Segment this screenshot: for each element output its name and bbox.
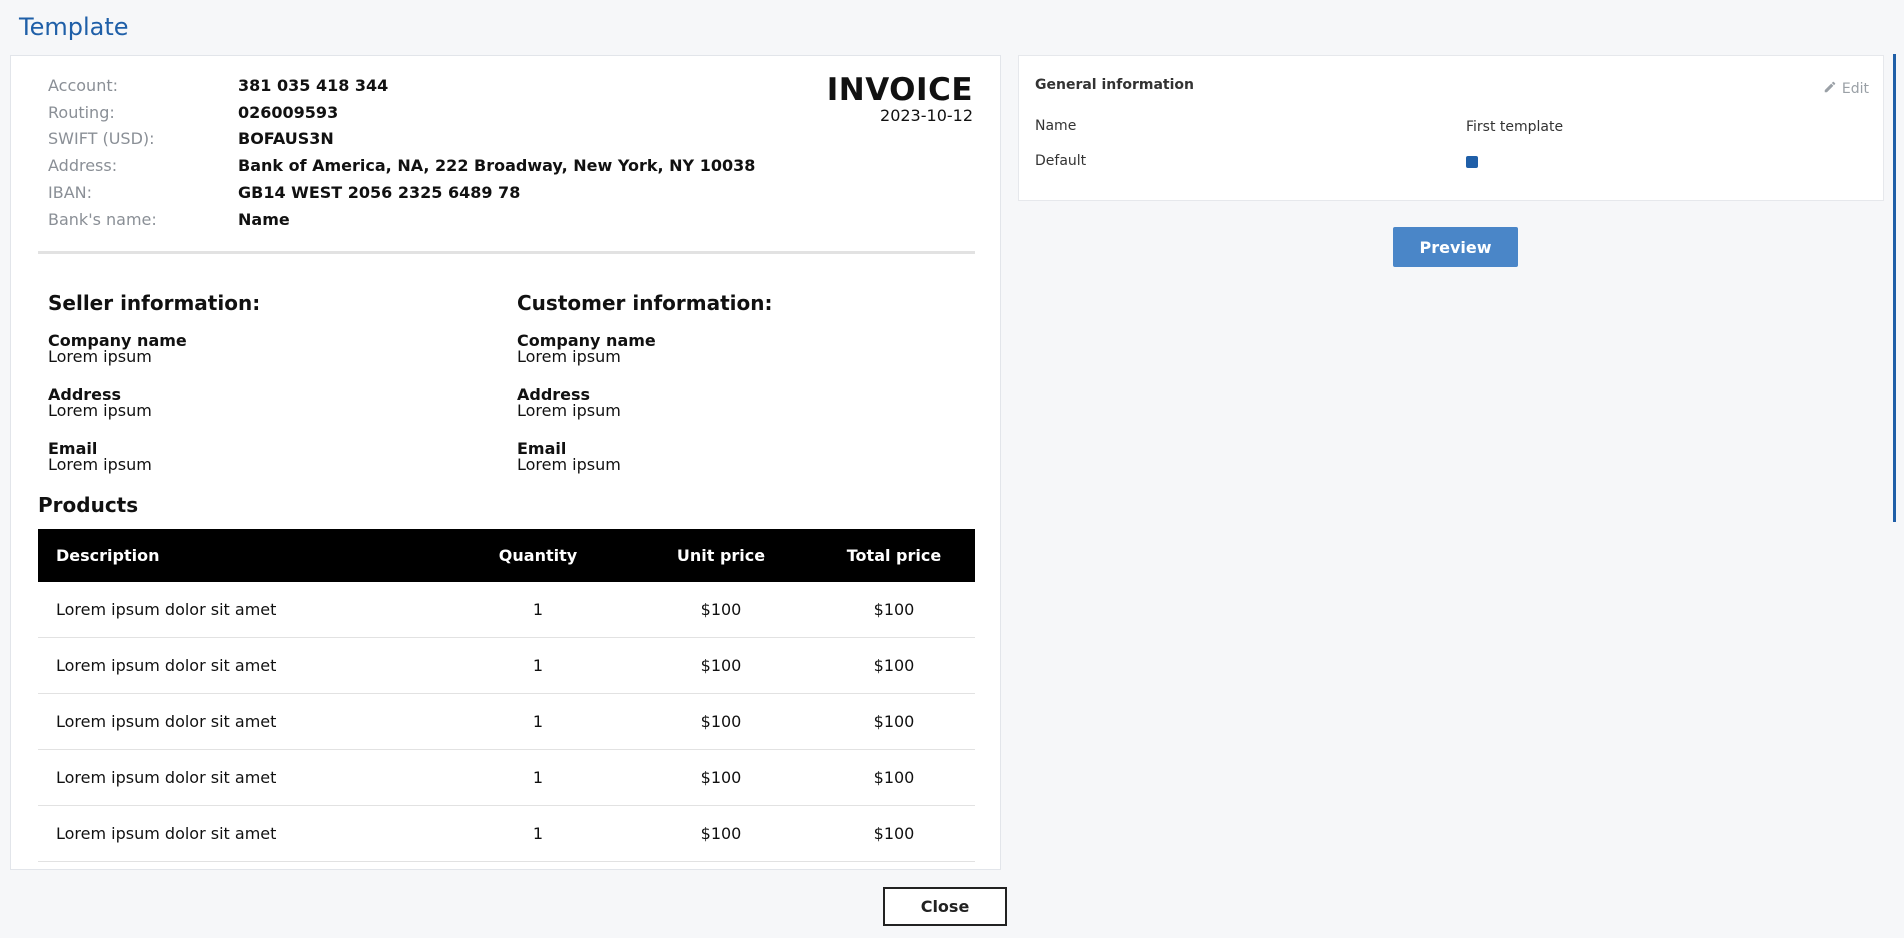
bank-value: 026009593: [238, 102, 339, 122]
general-information-title: General information: [1035, 77, 1194, 93]
bank-value: 381 035 418 344: [238, 75, 389, 95]
bank-value: GB14 WEST 2056 2325 6489 78: [238, 183, 521, 203]
edit-button[interactable]: Edit: [1823, 80, 1869, 98]
cell-unit-price: $100: [629, 693, 813, 750]
cell-total-price: $100: [813, 693, 975, 750]
table-row: Lorem ipsum dolor sit amet 1 $100 $100: [38, 637, 975, 694]
seller-address-value: Lorem ipsum: [48, 401, 152, 420]
bank-row-bank-name: Bank's name: Name: [48, 206, 755, 233]
customer-email-value: Lorem ipsum: [517, 455, 621, 474]
bank-value: Name: [238, 209, 290, 229]
customer-heading: Customer information:: [517, 291, 773, 315]
customer-information: Customer information: Company name Lorem…: [517, 291, 937, 495]
cell-quantity: 1: [447, 637, 629, 694]
cell-unit-price: $100: [629, 637, 813, 694]
cell-unit-price: $100: [629, 805, 813, 862]
bank-row-iban: IBAN: GB14 WEST 2056 2325 6489 78: [48, 179, 755, 206]
cell-description: Lorem ipsum dolor sit amet: [38, 637, 447, 694]
pencil-icon: [1823, 80, 1837, 98]
cell-unit-price: $100: [629, 749, 813, 806]
table-row: Lorem ipsum dolor sit amet 1 $100 $100: [38, 582, 975, 638]
products-table: Description Quantity Unit price Total pr…: [38, 529, 975, 862]
bank-label: Address:: [48, 156, 118, 176]
table-row: Lorem ipsum dolor sit amet 1 $100 $100: [38, 693, 975, 750]
bank-row-routing: Routing: 026009593: [48, 99, 755, 126]
products-title: Products: [38, 493, 139, 517]
seller-company-value: Lorem ipsum: [48, 347, 152, 366]
column-header-unit-price: Unit price: [676, 546, 766, 565]
cell-total-price: $100: [813, 805, 975, 862]
cell-description: Lorem ipsum dolor sit amet: [38, 693, 447, 750]
products-header-row: Description Quantity Unit price Total pr…: [38, 529, 975, 582]
bank-row-address: Address: Bank of America, NA, 222 Broadw…: [48, 152, 755, 179]
preview-button[interactable]: Preview: [1393, 227, 1518, 267]
divider: [38, 251, 975, 254]
bank-value: BOFAUS3N: [238, 129, 334, 149]
cell-description: Lorem ipsum dolor sit amet: [38, 749, 447, 806]
bank-value: Bank of America, NA, 222 Broadway, New Y…: [238, 156, 756, 176]
invoice-title: INVOICE: [826, 72, 973, 108]
default-checkbox: [1466, 156, 1478, 168]
bank-label: Routing:: [48, 102, 115, 122]
invoice-header: INVOICE 2023-10-12: [827, 72, 973, 125]
bank-row-account: Account: 381 035 418 344: [48, 72, 755, 99]
invoice-date: 2023-10-12: [880, 106, 973, 125]
name-label: Name: [1035, 118, 1077, 134]
edit-label: Edit: [1841, 81, 1869, 97]
general-information-panel: General information Edit Name First temp…: [1018, 55, 1884, 201]
table-row: Lorem ipsum dolor sit amet 1 $100 $100: [38, 805, 975, 862]
default-label: Default: [1035, 153, 1087, 169]
cell-unit-price: $100: [629, 582, 813, 638]
cell-quantity: 1: [447, 693, 629, 750]
bank-row-swift: SWIFT (USD): BOFAUS3N: [48, 126, 755, 153]
cell-total-price: $100: [813, 582, 975, 638]
page-title: Template: [19, 13, 129, 41]
cell-quantity: 1: [447, 582, 629, 638]
customer-company-value: Lorem ipsum: [517, 347, 621, 366]
cell-total-price: $100: [813, 637, 975, 694]
bank-label: Account:: [48, 75, 118, 95]
seller-heading: Seller information:: [48, 291, 261, 315]
invoice-preview-panel: Account: 381 035 418 344 Routing: 026009…: [10, 55, 1001, 870]
cell-total-price: $100: [813, 749, 975, 806]
column-header-description: Description: [56, 546, 160, 565]
customer-address-value: Lorem ipsum: [517, 401, 621, 420]
column-header-total-price: Total price: [846, 546, 942, 565]
seller-email-value: Lorem ipsum: [48, 455, 152, 474]
table-row: Lorem ipsum dolor sit amet 1 $100 $100: [38, 749, 975, 806]
column-header-quantity: Quantity: [498, 546, 578, 565]
cell-description: Lorem ipsum dolor sit amet: [38, 582, 447, 638]
cell-quantity: 1: [447, 805, 629, 862]
bank-label: IBAN:: [48, 183, 92, 203]
cell-quantity: 1: [447, 749, 629, 806]
bank-label: SWIFT (USD):: [48, 129, 155, 149]
scrollbar[interactable]: [1893, 54, 1896, 522]
bank-details: Account: 381 035 418 344 Routing: 026009…: [48, 72, 755, 233]
seller-information: Seller information: Company name Lorem i…: [48, 291, 468, 495]
bank-label: Bank's name:: [48, 209, 157, 229]
cell-description: Lorem ipsum dolor sit amet: [38, 805, 447, 862]
name-value: First template: [1466, 119, 1564, 135]
close-button[interactable]: Close: [883, 887, 1007, 926]
